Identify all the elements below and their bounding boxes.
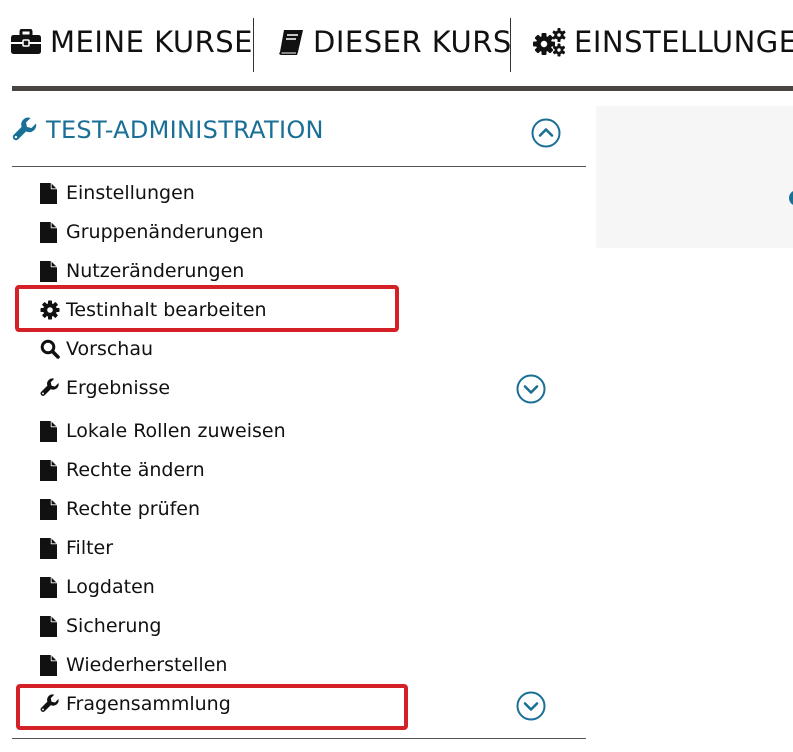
menu-item-label: Einstellungen xyxy=(66,182,195,204)
file-icon xyxy=(40,182,62,204)
expand-ergebnisse-button[interactable] xyxy=(516,374,546,404)
menu-item-label: Nutzeränderungen xyxy=(66,260,245,282)
file-icon xyxy=(40,537,62,559)
search-icon xyxy=(40,339,62,359)
chevron-down-icon xyxy=(516,374,546,404)
file-icon xyxy=(40,654,62,676)
menu-item-wiederherstellen[interactable]: Wiederherstellen xyxy=(40,650,227,680)
admin-menu: Einstellungen Gruppenänderungen Nutzerän… xyxy=(0,0,600,752)
menu-item-label: Vorschau xyxy=(66,338,154,360)
menu-item-label: Filter xyxy=(66,537,114,559)
block-bottom-rule xyxy=(12,738,586,739)
file-icon xyxy=(40,576,62,598)
file-icon xyxy=(40,260,62,282)
menu-item-logdaten[interactable]: Logdaten xyxy=(40,572,155,602)
menu-item-einstellungen[interactable]: Einstellungen xyxy=(40,178,195,208)
expand-fragensammlung-button[interactable] xyxy=(516,691,546,721)
file-icon xyxy=(40,420,62,442)
menu-item-gruppenaenderungen[interactable]: Gruppenänderungen xyxy=(40,217,264,247)
file-icon xyxy=(40,221,62,243)
menu-item-filter[interactable]: Filter xyxy=(40,533,113,563)
gear-icon xyxy=(40,300,62,320)
menu-item-nutzeraenderungen[interactable]: Nutzeränderungen xyxy=(40,256,244,286)
menu-item-label: Gruppenänderungen xyxy=(66,221,264,243)
menu-item-label: Testinhalt bearbeiten xyxy=(66,299,267,321)
menu-item-label: Fragensammlung xyxy=(66,693,231,715)
nav-label: EINSTELLUNGEN xyxy=(574,25,793,59)
menu-item-label: Rechte ändern xyxy=(66,459,205,481)
menu-item-label: Logdaten xyxy=(66,576,155,598)
menu-item-rechte-pruefen[interactable]: Rechte prüfen xyxy=(40,494,200,524)
file-icon xyxy=(40,459,62,481)
wrench-icon xyxy=(40,378,62,398)
menu-item-label: Ergebnisse xyxy=(66,377,171,399)
menu-item-label: Lokale Rollen zuweisen xyxy=(66,420,286,442)
side-panel xyxy=(596,106,793,248)
menu-item-lokale-rollen-zuweisen[interactable]: Lokale Rollen zuweisen xyxy=(40,416,286,446)
menu-item-vorschau[interactable]: Vorschau xyxy=(40,334,153,364)
menu-item-fragensammlung[interactable]: Fragensammlung xyxy=(40,689,231,719)
wrench-icon xyxy=(40,694,62,714)
menu-item-label: Rechte prüfen xyxy=(66,498,201,520)
menu-item-testinhalt-bearbeiten[interactable]: Testinhalt bearbeiten xyxy=(40,295,267,325)
side-panel-edge-fragment xyxy=(789,190,793,206)
chevron-down-icon xyxy=(516,691,546,721)
menu-item-label: Wiederherstellen xyxy=(66,654,228,676)
menu-item-label: Sicherung xyxy=(66,615,162,637)
file-icon xyxy=(40,498,62,520)
menu-item-ergebnisse[interactable]: Ergebnisse xyxy=(40,373,170,403)
menu-item-rechte-aendern[interactable]: Rechte ändern xyxy=(40,455,205,485)
file-icon xyxy=(40,615,62,637)
menu-item-sicherung[interactable]: Sicherung xyxy=(40,611,161,641)
